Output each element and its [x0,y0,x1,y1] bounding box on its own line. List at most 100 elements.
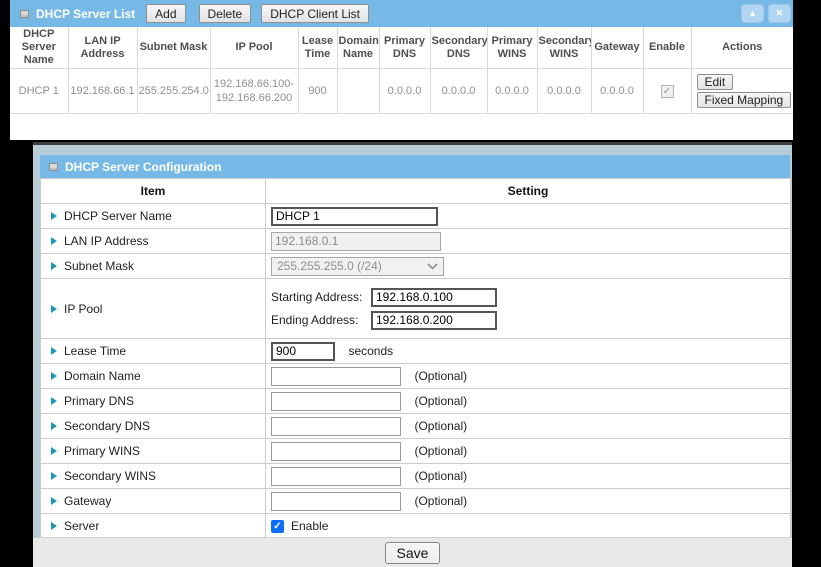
bullet-arrow-icon [51,522,57,530]
col-setting: Setting [266,179,791,204]
item-label: IP Pool [64,302,102,316]
row-subnet-mask: Subnet Mask 255.255.255.0 (/24) [41,254,791,279]
config-header-row: Item Setting [41,179,791,204]
row-lease-time: Lease Time seconds [41,339,791,364]
chevron-down-icon [427,263,438,270]
bullet-arrow-icon [51,237,57,245]
primary-dns-input[interactable] [271,392,401,411]
cell-lan-ip: 192.168.66.1 [68,69,137,114]
row-server: Server ✓ Enable [41,514,791,539]
item-label: Secondary WINS [64,469,156,483]
col-dhcp-server-name: DHCP Server Name [10,27,68,69]
enable-checkbox-disabled: ✓ [661,85,674,98]
subnet-mask-select: 255.255.255.0 (/24) [271,257,444,276]
optional-label: (Optional) [414,394,467,408]
enable-label: Enable [291,519,328,533]
optional-label: (Optional) [414,444,467,458]
cell-primary-wins: 0.0.0.0 [487,69,537,114]
table-row: DHCP 1 192.168.66.1 255.255.254.0 192.16… [10,69,793,114]
item-label: Domain Name [64,369,141,383]
cell-secondary-wins: 0.0.0.0 [537,69,591,114]
cell-name: DHCP 1 [10,69,68,114]
gateway-input[interactable] [271,492,401,511]
secondary-wins-input[interactable] [271,467,401,486]
ip-pool-line2: 192.168.66.200 [212,91,297,105]
panel-title: DHCP Server List [36,7,135,21]
item-label: Server [64,519,99,533]
lan-ip-address-input [271,232,441,251]
cell-secondary-dns: 0.0.0.0 [430,69,487,114]
optional-label: (Optional) [414,494,467,508]
save-button[interactable]: Save [385,542,441,564]
table-header-row: DHCP Server Name LAN IP Address Subnet M… [10,27,793,69]
ending-address-label: Ending Address: [271,313,371,327]
item-label: Primary WINS [64,444,140,458]
col-primary-dns: Primary DNS [379,27,430,69]
secondary-dns-input[interactable] [271,417,401,436]
item-label: Primary DNS [64,394,134,408]
server-enable-checkbox[interactable]: ✓ [271,520,284,533]
col-secondary-wins: Secondary WINS [537,27,591,69]
row-primary-dns: Primary DNS (Optional) [41,389,791,414]
ending-address-input[interactable] [371,311,497,330]
collapse-icon[interactable]: ▴ [741,4,764,23]
item-label: LAN IP Address [64,234,149,248]
add-button[interactable]: Add [146,4,185,23]
config-footer: Save [33,537,792,567]
domain-name-input[interactable] [271,367,401,386]
col-subnet-mask: Subnet Mask [137,27,210,69]
item-label: DHCP Server Name [64,209,172,223]
col-domain-name: Domain Name [337,27,379,69]
col-secondary-dns: Secondary DNS [430,27,487,69]
close-icon[interactable]: ✕ [768,4,791,23]
dhcp-client-list-button[interactable]: DHCP Client List [261,4,369,23]
starting-address-label: Starting Address: [271,290,371,304]
bullet-arrow-icon [51,212,57,220]
row-lan-ip-address: LAN IP Address [41,229,791,254]
dhcp-server-list-panel: DHCP Server List Add Delete DHCP Client … [10,0,793,140]
col-gateway: Gateway [591,27,643,69]
window-controls: ▴ ✕ [741,4,791,23]
cell-actions: Edit Fixed Mapping [691,69,793,114]
fixed-mapping-button[interactable]: Fixed Mapping [697,92,792,108]
bullet-arrow-icon [51,262,57,270]
edit-button[interactable]: Edit [697,74,734,90]
row-ip-pool: IP Pool Starting Address: Ending Address… [41,279,791,339]
dhcp-server-name-input[interactable] [271,207,438,226]
item-label: Gateway [64,494,111,508]
ip-pool-line1: 192.168.66.100- [212,77,297,91]
panel-icon [20,10,29,18]
bullet-arrow-icon [51,347,57,355]
col-ip-pool: IP Pool [210,27,298,69]
bullet-arrow-icon [51,397,57,405]
cell-lease: 900 [298,69,337,114]
dhcp-server-table: DHCP Server Name LAN IP Address Subnet M… [10,27,793,114]
row-dhcp-server-name: DHCP Server Name [41,204,791,229]
bullet-arrow-icon [51,447,57,455]
starting-address-input[interactable] [371,288,497,307]
dhcp-server-list-header: DHCP Server List Add Delete DHCP Client … [10,0,793,27]
row-domain-name: Domain Name (Optional) [41,364,791,389]
delete-button[interactable]: Delete [199,4,252,23]
seconds-label: seconds [348,344,393,358]
row-primary-wins: Primary WINS (Optional) [41,439,791,464]
col-primary-wins: Primary WINS [487,27,537,69]
col-item: Item [41,179,266,204]
panel-title: DHCP Server Configuration [65,160,221,174]
bullet-arrow-icon [51,472,57,480]
col-lease-time: Lease Time [298,27,337,69]
bullet-arrow-icon [51,422,57,430]
row-gateway: Gateway (Optional) [41,489,791,514]
row-secondary-wins: Secondary WINS (Optional) [41,464,791,489]
panel-icon [49,163,58,171]
dhcp-configuration-table: Item Setting DHCP Server Name LAN IP Add… [40,178,791,539]
cell-primary-dns: 0.0.0.0 [379,69,430,114]
subnet-mask-selected-value: 255.255.255.0 (/24) [277,259,382,273]
col-actions: Actions [691,27,793,69]
dhcp-server-configuration-header: DHCP Server Configuration [40,155,790,178]
bullet-arrow-icon [51,372,57,380]
lease-time-input[interactable] [271,342,335,361]
cell-ip-pool: 192.168.66.100- 192.168.66.200 [210,69,298,114]
cell-domain [337,69,379,114]
primary-wins-input[interactable] [271,442,401,461]
